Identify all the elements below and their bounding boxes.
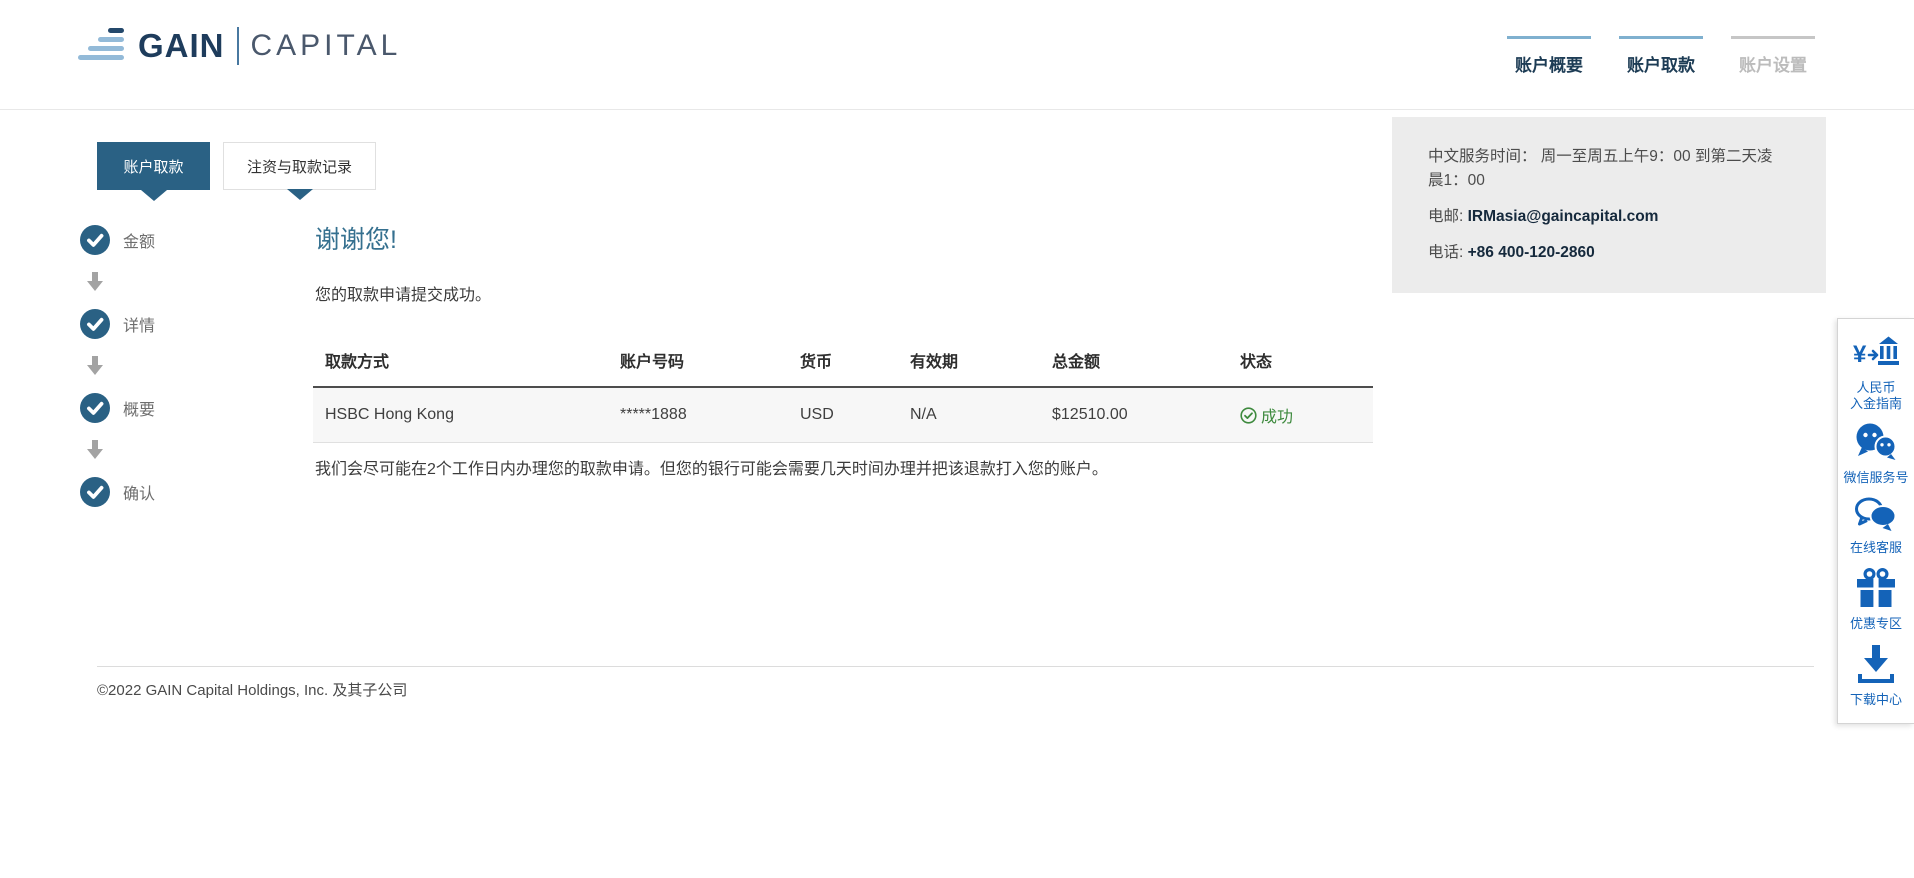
col-header-currency: 货币 xyxy=(788,338,898,387)
tab-label: 账户取款 xyxy=(123,156,183,177)
logo-text-gain: GAIN xyxy=(138,27,225,65)
step-amount: 金额 xyxy=(80,225,155,255)
footer-divider xyxy=(97,666,1814,667)
withdrawal-result-table: 取款方式 账户号码 货币 有效期 总金额 状态 HSBC Hong Kong *… xyxy=(313,338,1373,443)
cell-expiry: N/A xyxy=(898,387,1040,443)
step-summary: 概要 xyxy=(80,393,155,423)
tab-label: 注资与取款记录 xyxy=(247,156,352,177)
success-message: 您的取款申请提交成功。 xyxy=(315,281,491,305)
check-circle-icon xyxy=(80,309,110,339)
step-label: 确认 xyxy=(123,480,155,504)
gain-capital-logo[interactable]: GAIN CAPITAL xyxy=(78,26,401,66)
check-circle-icon xyxy=(80,225,110,255)
rmb-deposit-guide-icon: ¥ xyxy=(1853,333,1899,373)
status-text: 成功 xyxy=(1261,403,1293,427)
tab-bar: 账户取款 注资与取款记录 xyxy=(97,142,376,190)
cell-total: $12510.00 xyxy=(1040,387,1228,443)
cell-account: *****1888 xyxy=(608,387,788,443)
side-rail: ¥ 人民币 入金指南 微信服务号 xyxy=(1837,318,1914,724)
rail-label: 在线客服 xyxy=(1838,540,1914,556)
rail-item-live-chat[interactable]: 在线客服 xyxy=(1838,493,1914,563)
rail-label: 优惠专区 xyxy=(1838,616,1914,632)
down-arrow-icon xyxy=(87,356,103,376)
tab-pointer-icon xyxy=(141,190,167,201)
service-phone-line: 电话: +86 400-120-2860 xyxy=(1428,241,1780,265)
download-icon xyxy=(1855,643,1897,685)
phone-label: 电话: xyxy=(1428,244,1463,261)
email-address[interactable]: IRMasia@gaincapital.com xyxy=(1468,208,1659,225)
service-info-box: 中文服务时间： 周一至周五上午9：00 到第二天凌晨1：00 电邮: IRMas… xyxy=(1392,117,1826,293)
phone-number: +86 400-120-2860 xyxy=(1468,244,1595,261)
col-header-method: 取款方式 xyxy=(313,338,608,387)
rail-label: 人民币 入金指南 xyxy=(1838,380,1914,412)
step-confirm: 确认 xyxy=(80,477,155,507)
rail-item-rmb-deposit-guide[interactable]: ¥ 人民币 入金指南 xyxy=(1838,329,1914,419)
check-circle-icon xyxy=(80,477,110,507)
table-header-row: 取款方式 账户号码 货币 有效期 总金额 状态 xyxy=(313,338,1373,387)
col-header-account: 账户号码 xyxy=(608,338,788,387)
cell-status: 成功 xyxy=(1228,387,1373,443)
service-email-line: 电邮: IRMasia@gaincapital.com xyxy=(1428,205,1780,229)
rail-label: 微信服务号 xyxy=(1838,470,1914,486)
logo-bars-icon xyxy=(78,26,130,66)
check-circle-icon xyxy=(80,393,110,423)
header: GAIN CAPITAL 账户概要 账户取款 账户设置 xyxy=(0,0,1914,110)
service-time-text: 中文服务时间： 周一至周五上午9：00 到第二天凌晨1：00 xyxy=(1428,145,1780,193)
col-header-expiry: 有效期 xyxy=(898,338,1040,387)
cell-currency: USD xyxy=(788,387,898,443)
step-label: 详情 xyxy=(123,312,155,336)
down-arrow-icon xyxy=(87,272,103,292)
rail-item-promotions[interactable]: 优惠专区 xyxy=(1838,563,1914,639)
processing-note: 我们会尽可能在2个工作日内办理您的取款申请。但您的银行可能会需要几天时间办理并把… xyxy=(315,455,1108,479)
step-label: 概要 xyxy=(123,396,155,420)
logo-text-capital: CAPITAL xyxy=(251,29,402,63)
nav-account-withdrawal[interactable]: 账户取款 xyxy=(1619,36,1703,76)
col-header-total: 总金额 xyxy=(1040,338,1228,387)
rail-item-download-center[interactable]: 下载中心 xyxy=(1838,639,1914,715)
logo-divider xyxy=(237,27,239,65)
email-label: 电邮: xyxy=(1428,208,1463,225)
down-arrow-icon xyxy=(87,440,103,460)
col-header-status: 状态 xyxy=(1228,338,1373,387)
svg-text:¥: ¥ xyxy=(1853,341,1867,368)
wechat-icon xyxy=(1854,423,1898,463)
top-nav: 账户概要 账户取款 账户设置 xyxy=(1507,36,1815,76)
tab-account-withdrawal[interactable]: 账户取款 xyxy=(97,142,210,190)
success-check-icon xyxy=(1240,407,1257,424)
tab-funding-withdrawal-history[interactable]: 注资与取款记录 xyxy=(223,142,376,190)
table-row: HSBC Hong Kong *****1888 USD N/A $12510.… xyxy=(313,387,1373,443)
step-label: 金额 xyxy=(123,228,155,252)
page-title: 谢谢您! xyxy=(315,220,397,256)
promotions-gift-icon xyxy=(1855,567,1897,609)
status-badge: 成功 xyxy=(1240,403,1373,427)
rail-item-wechat[interactable]: 微信服务号 xyxy=(1838,419,1914,493)
nav-account-overview[interactable]: 账户概要 xyxy=(1507,36,1591,76)
tab-pointer-icon xyxy=(287,189,313,200)
nav-account-settings[interactable]: 账户设置 xyxy=(1731,36,1815,76)
live-chat-icon xyxy=(1854,497,1898,533)
rail-label: 下载中心 xyxy=(1838,692,1914,708)
cell-method: HSBC Hong Kong xyxy=(313,387,608,443)
copyright-text: ©2022 GAIN Capital Holdings, Inc. 及其子公司 xyxy=(97,679,407,700)
step-details: 详情 xyxy=(80,309,155,339)
